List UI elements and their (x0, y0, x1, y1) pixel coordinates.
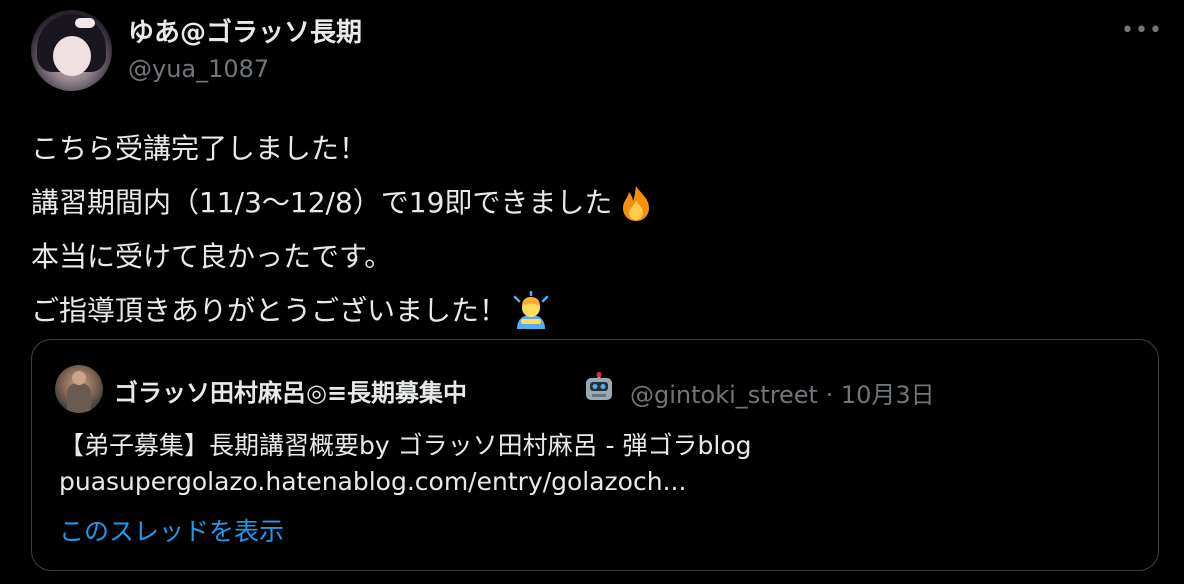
tweet-line: こちら受講完了しました！ (31, 132, 368, 165)
avatar-head (72, 371, 86, 385)
quoted-handle-and-date[interactable]: @gintoki_street · 10月3日 (630, 375, 935, 410)
quoted-tweet-card[interactable]: ゴラッソ田村麻呂◎≡長期募集中 @gintoki_street · 10月3日 … (31, 339, 1159, 571)
quoted-tweet-link[interactable]: puasupergolazo.hatenablog.com/entry/gola… (59, 467, 686, 496)
bowing-person-icon (513, 291, 549, 329)
show-thread-link[interactable]: このスレッドを表示 (59, 512, 284, 548)
avatar-face (53, 36, 91, 76)
tweet-line: 講習期間内（11/3〜12/8）で19即できました (31, 176, 656, 230)
quoted-author-avatar[interactable] (55, 365, 103, 413)
tweet-text: こちら受講完了しました！ 講習期間内（11/3〜12/8）で19即できました 本… (31, 122, 656, 338)
tweet-line: 本当に受けて良かったです。 (31, 240, 393, 273)
fire-icon (623, 186, 650, 221)
quoted-author-name[interactable]: ゴラッソ田村麻呂◎≡長期募集中 (114, 373, 467, 408)
author-handle[interactable]: @yua_1087 (128, 55, 269, 83)
robot-icon (586, 372, 612, 400)
more-icon: ••• (1121, 17, 1163, 43)
tweet-line: ご指導頂きありがとうございました！ (31, 284, 656, 338)
more-options-button[interactable]: ••• (1121, 12, 1163, 48)
avatar-bow (75, 18, 95, 28)
quoted-tweet-text: 【弟子募集】長期講習概要by ゴラッソ田村麻呂 - 弾ゴラblog (59, 431, 752, 460)
author-avatar[interactable] (31, 10, 112, 91)
author-display-name[interactable]: ゆあ@ゴラッソ長期 (128, 12, 362, 49)
avatar-torso (67, 383, 91, 413)
